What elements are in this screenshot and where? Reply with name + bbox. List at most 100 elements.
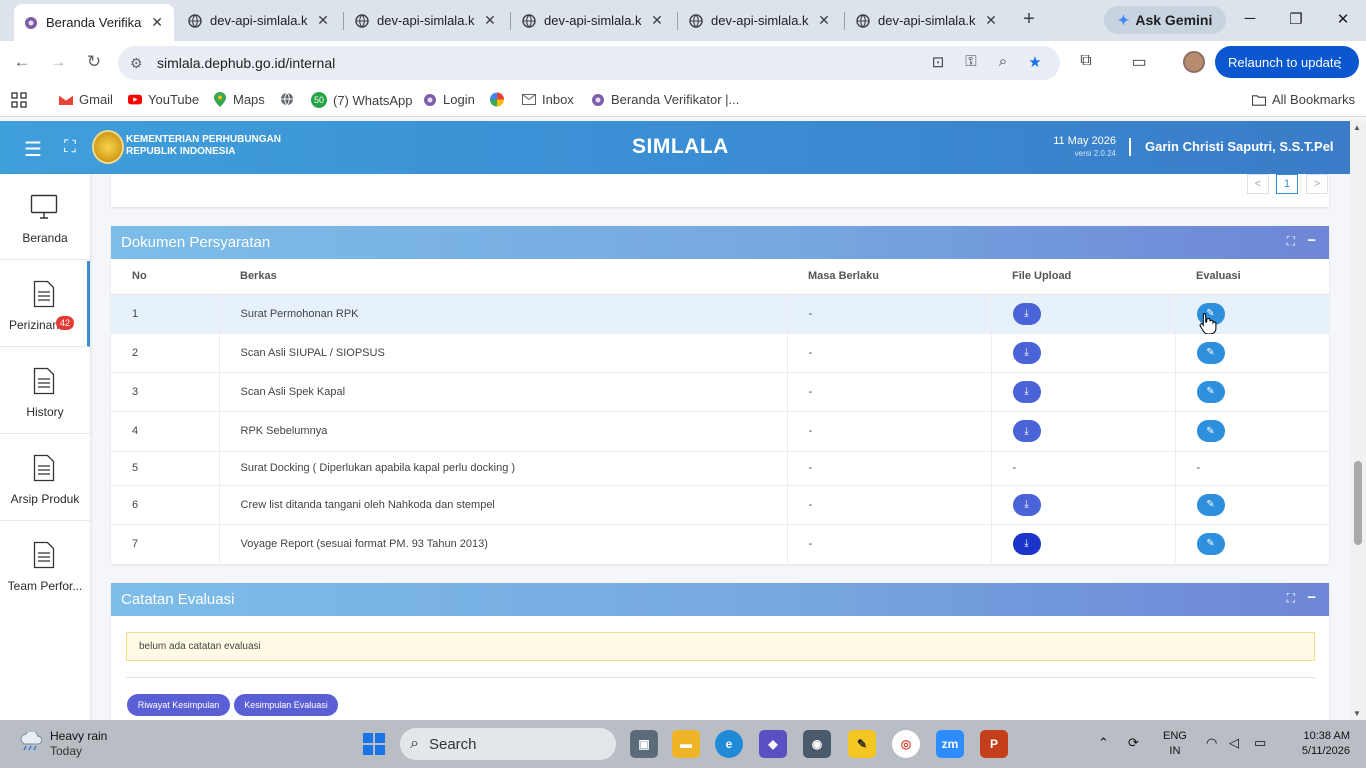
sidebar-item-perizinan[interactable]: Perizinan 42 [0, 261, 90, 347]
taskbar-search[interactable]: ⌕ Search [400, 728, 616, 760]
close-window-button[interactable]: ✕ [1333, 10, 1353, 28]
collapse-icon[interactable]: − [1307, 232, 1316, 249]
download-button[interactable]: ⤓ [1012, 302, 1041, 325]
pagination-prev[interactable]: < [1247, 174, 1269, 194]
browser-tab[interactable]: Beranda Verifikato ✕ [14, 4, 174, 41]
relaunch-update-button[interactable]: Relaunch to update ⋮ [1215, 46, 1359, 78]
sidebar-item-beranda[interactable]: Beranda [0, 174, 90, 260]
tab-close-icon[interactable]: ✕ [316, 12, 330, 29]
edit-evaluasi-button[interactable]: ✎ [1196, 341, 1225, 364]
volume-icon[interactable]: ◁ [1229, 735, 1239, 751]
powerpoint-icon[interactable]: P [980, 730, 1008, 758]
zoom-icon[interactable]: ⌕ [993, 53, 1013, 70]
all-bookmarks-label: All Bookmarks [1272, 92, 1356, 107]
bookmark-login[interactable]: Login [423, 92, 475, 107]
download-button[interactable]: ⤓ [1012, 420, 1041, 442]
sync-icon[interactable]: ⟳ [1128, 735, 1139, 751]
edit-evaluasi-button[interactable]: ✎ [1196, 532, 1225, 555]
fullscreen-icon[interactable]: ⛶ [60, 137, 80, 157]
edit-evaluasi-button[interactable]: ✎ [1196, 380, 1225, 403]
install-app-icon[interactable]: ⊡ [928, 53, 948, 71]
language-indicator[interactable]: ENG IN [1163, 729, 1187, 759]
scroll-down-icon[interactable]: ▼ [1353, 709, 1361, 718]
bookmark-whatsapp[interactable]: 50 (7) WhatsApp [311, 92, 412, 108]
download-button[interactable]: ⤓ [1012, 341, 1041, 364]
windows-start-icon[interactable] [360, 730, 388, 758]
browser-tab[interactable]: dev-api-simlala.ke ✕ [345, 4, 507, 37]
ask-gemini-button[interactable]: ✦ Ask Gemini [1104, 6, 1226, 34]
weather-widget[interactable]: Heavy rain Today [50, 729, 107, 759]
all-bookmarks-button[interactable]: All Bookmarks [1252, 92, 1355, 107]
site-info-icon[interactable]: ⚙ [130, 55, 143, 72]
rain-cloud-icon[interactable] [18, 730, 43, 751]
gemini-icon: ✦ [1117, 11, 1130, 28]
collapse-icon[interactable]: − [1307, 589, 1316, 606]
more-menu-icon[interactable]: ⋮ [1333, 54, 1347, 71]
tab-close-icon[interactable]: ✕ [483, 12, 497, 29]
bookmark-pinwheel[interactable] [490, 92, 510, 106]
hamburger-menu-icon[interactable]: ☰ [22, 137, 44, 162]
pagination-next[interactable]: > [1306, 174, 1328, 194]
battery-icon[interactable]: ▭ [1254, 735, 1266, 751]
edit-evaluasi-button[interactable]: ✎ [1196, 420, 1225, 442]
bookmark-beranda[interactable]: Beranda Verifikator |... [591, 92, 739, 107]
sticky-notes-icon[interactable]: ✎ [848, 730, 876, 758]
vpn-app-icon[interactable]: ◆ [759, 730, 787, 758]
card-header: Dokumen Persyaratan ⛶ − [111, 226, 1329, 259]
task-view-icon[interactable]: ▣ [630, 730, 658, 758]
page-scrollbar[interactable]: ▲ ▼ [1350, 121, 1366, 720]
download-button[interactable]: ⤓ [1012, 532, 1041, 555]
extensions-icon[interactable]: ⧉ [1075, 52, 1097, 70]
wifi-icon[interactable]: ◠ [1206, 735, 1217, 751]
browser-tab[interactable]: dev-api-simlala.ke ✕ [846, 4, 1008, 37]
pagination-page[interactable]: 1 [1276, 174, 1298, 194]
download-button[interactable]: ⤓ [1012, 493, 1041, 516]
system-clock[interactable]: 10:38 AM 5/11/2026 [1288, 729, 1350, 759]
edit-evaluasi-button[interactable]: ✎ [1196, 493, 1225, 516]
user-name[interactable]: Garin Christi Saputri, S.S.T.Pel [1145, 139, 1334, 154]
sidebar-item-arsip-produk[interactable]: Arsip Produk [0, 435, 90, 521]
browser-tab[interactable]: dev-api-simlala.ke ✕ [178, 4, 340, 37]
minimize-button[interactable]: ─ [1240, 10, 1260, 27]
bookmark-label: Gmail [79, 92, 113, 107]
back-button[interactable]: ← [11, 52, 33, 72]
forward-button[interactable]: → [47, 52, 69, 72]
chevron-up-icon[interactable]: ⌃ [1098, 735, 1109, 751]
bookmark-globe[interactable] [280, 92, 300, 106]
new-tab-button[interactable]: + [1018, 8, 1040, 31]
riwayat-kesimpulan-button[interactable]: Riwayat Kesimpulan [127, 694, 230, 716]
chrome-icon[interactable]: ◎ [892, 730, 920, 758]
bookmark-inbox[interactable]: Inbox [522, 92, 574, 107]
expand-icon[interactable]: ⛶ [1287, 591, 1295, 606]
scroll-up-icon[interactable]: ▲ [1353, 123, 1361, 132]
edge-icon[interactable]: e [715, 730, 743, 758]
bookmark-star-icon[interactable]: ★ [1025, 53, 1045, 71]
tab-close-icon[interactable]: ✕ [150, 14, 164, 31]
password-key-icon[interactable]: ⚿ [961, 53, 981, 70]
address-bar[interactable]: ⚙ simlala.dephub.go.id/internal ⊡ ⚿ ⌕ ★ [118, 46, 1060, 80]
kesimpulan-evaluasi-button[interactable]: Kesimpulan Evaluasi [234, 694, 338, 716]
bookmark-youtube[interactable]: YouTube [128, 92, 199, 107]
file-explorer-icon[interactable]: ▬ [672, 730, 700, 758]
tab-search-icon[interactable]: ▭ [1128, 52, 1150, 72]
sidebar-item-history[interactable]: History [0, 348, 90, 434]
tab-close-icon[interactable]: ✕ [984, 12, 998, 29]
browser-tab[interactable]: dev-api-simlala.ke ✕ [512, 4, 674, 37]
sidebar-item-label: History [26, 405, 64, 419]
tab-close-icon[interactable]: ✕ [650, 12, 664, 29]
restore-button[interactable]: ❐ [1286, 10, 1306, 28]
bookmark-maps[interactable]: Maps [213, 92, 265, 107]
file-upload-empty: - [990, 450, 1175, 485]
browser-tab[interactable]: dev-api-simlala.ke ✕ [679, 4, 841, 37]
expand-icon[interactable]: ⛶ [1287, 234, 1295, 249]
zoom-app-icon[interactable]: zm [936, 730, 964, 758]
bookmark-gmail[interactable]: Gmail [59, 92, 113, 107]
download-button[interactable]: ⤓ [1012, 380, 1041, 403]
scroll-thumb[interactable] [1354, 461, 1362, 545]
reload-button[interactable]: ↻ [83, 52, 105, 72]
profile-avatar[interactable] [1183, 51, 1205, 73]
camera-icon[interactable]: ◉ [803, 730, 831, 758]
sidebar-item-team-performance[interactable]: Team Perfor... [0, 522, 90, 608]
tab-close-icon[interactable]: ✕ [817, 12, 831, 29]
apps-grid-icon[interactable] [11, 92, 27, 108]
